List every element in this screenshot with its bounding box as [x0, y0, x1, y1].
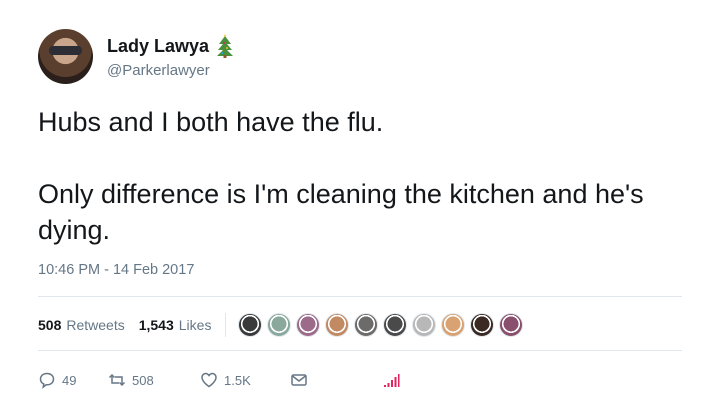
tweet-text: Hubs and I both have the flu. Only diffe…: [38, 104, 688, 248]
liker-avatar[interactable]: [354, 313, 379, 337]
retweet-count: 508: [132, 372, 154, 388]
retweet-action[interactable]: 508: [108, 371, 200, 389]
author-name-row: Lady Lawya: [107, 34, 235, 58]
like-count: 1.5K: [224, 372, 251, 388]
author-handle[interactable]: @Parkerlawyer: [107, 62, 210, 79]
direct-message-action[interactable]: [290, 371, 382, 389]
liker-avatars: [238, 313, 524, 337]
liker-avatar[interactable]: [267, 313, 292, 337]
avatar-sunglasses: [49, 46, 82, 55]
liker-avatar[interactable]: [412, 313, 437, 337]
heart-icon: [201, 372, 217, 388]
envelope-icon: [291, 374, 307, 386]
author-name[interactable]: Lady Lawya: [107, 36, 209, 57]
liker-avatar[interactable]: [499, 313, 524, 337]
likes-stat[interactable]: 1,543 Likes: [139, 317, 212, 333]
divider-top: [38, 296, 682, 297]
retweets-stat-label: Retweets: [66, 317, 125, 333]
analytics-icon: [384, 374, 400, 387]
liker-avatar[interactable]: [383, 313, 408, 337]
stats-separator: [225, 313, 227, 337]
christmas-tree-icon: [217, 34, 234, 58]
tweet-actions: 49 508 1.5K: [38, 368, 400, 392]
liker-avatar[interactable]: [441, 313, 466, 337]
reply-icon: [39, 372, 55, 389]
liker-avatar[interactable]: [296, 313, 321, 337]
analytics-action[interactable]: [382, 371, 400, 389]
divider-bottom: [38, 350, 682, 351]
retweets-stat-count: 508: [38, 317, 62, 333]
tweet-line-2: Only difference is I'm cleaning the kitc…: [38, 179, 644, 245]
tweet-timestamp[interactable]: 10:46 PM - 14 Feb 2017: [38, 262, 194, 278]
liker-avatar[interactable]: [325, 313, 350, 337]
tweet-line-1: Hubs and I both have the flu.: [38, 107, 384, 137]
liker-avatar[interactable]: [470, 313, 495, 337]
likes-stat-label: Likes: [178, 317, 212, 333]
tweet-stats: 508 Retweets 1,543 Likes: [38, 312, 524, 338]
author-avatar[interactable]: [38, 29, 93, 84]
reply-action[interactable]: 49: [38, 371, 108, 389]
retweet-icon: [108, 373, 126, 387]
like-action[interactable]: 1.5K: [200, 371, 290, 389]
reply-count: 49: [62, 372, 77, 388]
liker-avatar[interactable]: [238, 313, 263, 337]
retweets-stat[interactable]: 508 Retweets: [38, 317, 125, 333]
likes-stat-count: 1,543: [138, 317, 174, 333]
